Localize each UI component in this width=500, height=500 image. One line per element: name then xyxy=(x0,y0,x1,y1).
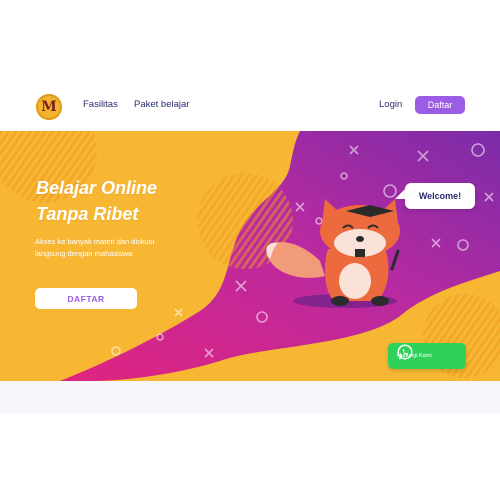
login-link[interactable]: Login xyxy=(379,99,402,110)
nav-link-fasilitas[interactable]: Fasilitas xyxy=(83,99,118,110)
website-frame: M Fasilitas Paket belajar Login Daftar B… xyxy=(0,84,500,414)
hero-subtext: Akses ke banyak materi dan diskusi langs… xyxy=(35,237,155,258)
headline-line-2: Tanpa Ribet xyxy=(36,204,139,224)
logo-letter: M xyxy=(41,99,57,115)
headline-line-1: Belajar Online xyxy=(36,178,158,198)
next-section-strip xyxy=(0,381,500,414)
daftar-nav-button[interactable]: Daftar xyxy=(415,96,465,114)
whatsapp-icon xyxy=(397,344,413,360)
navbar: M Fasilitas Paket belajar Login Daftar xyxy=(0,84,500,131)
welcome-speech-bubble: Welcome! xyxy=(405,183,475,209)
whatsapp-contact-button[interactable]: Hubungi Kami xyxy=(388,343,466,369)
logo[interactable]: M xyxy=(36,94,62,120)
nav-link-paket-belajar[interactable]: Paket belajar xyxy=(134,99,189,110)
hero-headline: Belajar Online Tanpa Ribet xyxy=(36,175,157,227)
x-decoration xyxy=(174,308,183,317)
hero-banner: Belajar Online Tanpa Ribet Akses ke bany… xyxy=(0,131,500,381)
ring-decoration xyxy=(111,346,121,356)
daftar-hero-button[interactable]: DAFTAR xyxy=(35,288,137,309)
